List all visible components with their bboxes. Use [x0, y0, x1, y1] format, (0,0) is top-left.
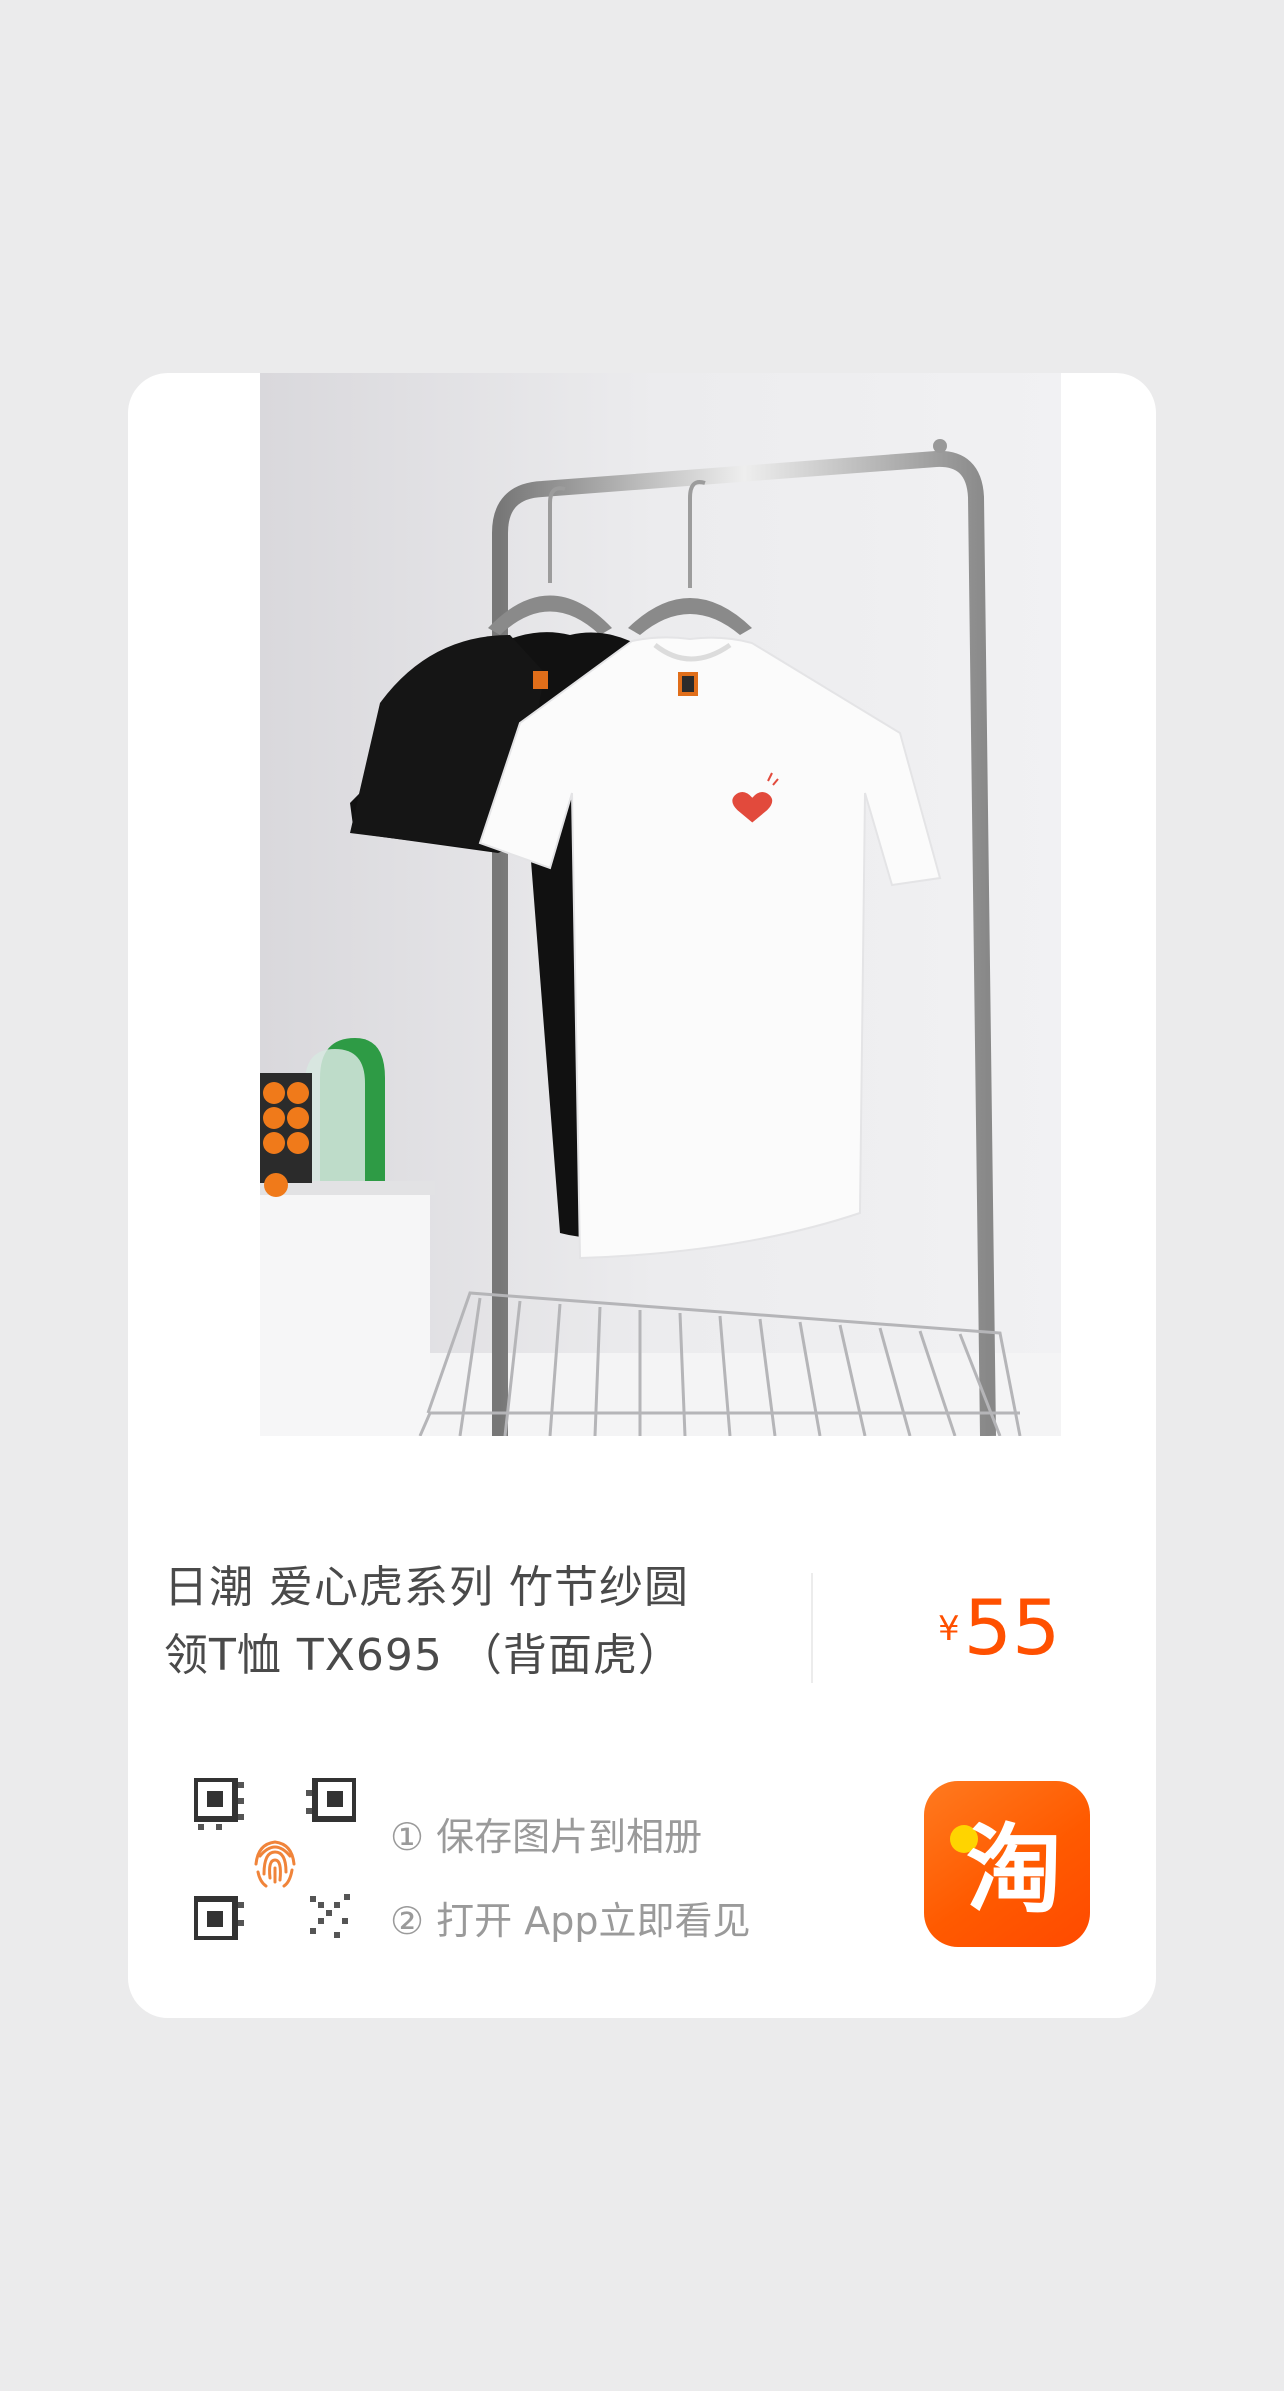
divider: [811, 1573, 813, 1683]
share-card: 日潮 爱心虎系列 竹节纱圆 领T恤 TX695 （背面虎） ¥55 ① 保存图片…: [128, 373, 1156, 2018]
product-title-line-1: 日潮 爱心虎系列 竹节纱圆: [164, 1562, 689, 1613]
product-image[interactable]: [260, 373, 1061, 1436]
save-instructions: ① 保存图片到相册 ② 打开 App立即看见: [390, 1795, 750, 1963]
step-save-image: ① 保存图片到相册: [390, 1815, 703, 1859]
price: ¥55: [938, 1583, 1060, 1672]
taobao-logo-glyph: 淘: [966, 1814, 1062, 1926]
step-open-app: ② 打开 App立即看见: [390, 1899, 751, 1943]
product-title-line-2: 领T恤 TX695 （背面虎）: [164, 1630, 683, 1681]
scan-code-icon: [192, 1776, 358, 1942]
price-value: 55: [963, 1583, 1061, 1672]
taobao-app-icon[interactable]: 淘: [924, 1781, 1090, 1947]
product-title[interactable]: 日潮 爱心虎系列 竹节纱圆 领T恤 TX695 （背面虎）: [164, 1554, 804, 1690]
currency-symbol: ¥: [938, 1609, 960, 1649]
